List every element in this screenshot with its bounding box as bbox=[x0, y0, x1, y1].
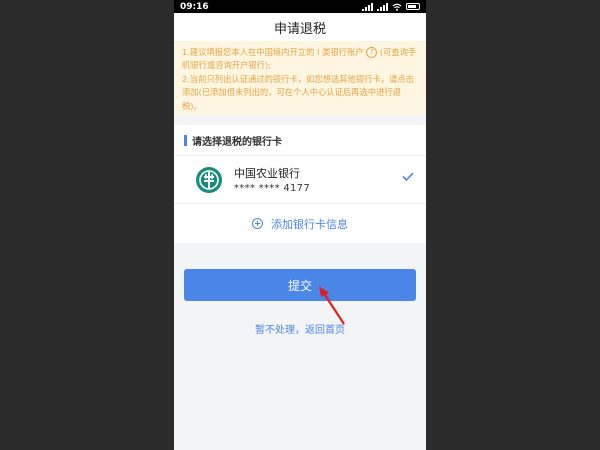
abc-bank-logo-icon bbox=[196, 166, 222, 193]
bank-name: 中国农业银行 bbox=[234, 167, 300, 180]
add-bank-card-label: 添加银行卡信息 bbox=[271, 217, 348, 231]
status-icons bbox=[362, 2, 420, 11]
signal-icon bbox=[362, 2, 373, 11]
status-bar: 09:16 bbox=[174, 0, 426, 13]
help-icon[interactable]: ? bbox=[366, 47, 378, 58]
plus-circle-icon bbox=[252, 218, 263, 229]
notice-line-2: 2.当前只列出认证通过的银行卡，如您想选其他银行卡，请点击添加(已添加但未列出的… bbox=[182, 73, 414, 111]
phone-screen: 09:16 申请退税 1.建议填报您本人在中国境内开立的 I 类银行账户 ? (… bbox=[174, 0, 426, 450]
checkmark-icon bbox=[402, 172, 414, 181]
section-title: 请选择退税的银行卡 bbox=[192, 136, 282, 148]
battery-icon bbox=[406, 3, 420, 10]
bank-card-item[interactable]: 中国农业银行 **** **** 4177 bbox=[174, 155, 426, 203]
status-time: 09:16 bbox=[180, 1, 209, 12]
page-header: 申请退税 bbox=[174, 13, 426, 41]
bank-card-info: 中国农业银行 **** **** 4177 bbox=[234, 165, 310, 194]
page-title: 申请退税 bbox=[273, 21, 326, 37]
submit-button[interactable]: 提交 bbox=[184, 269, 416, 301]
add-bank-card-button[interactable]: 添加银行卡信息 bbox=[174, 203, 426, 243]
signal-2-icon bbox=[377, 2, 388, 11]
notice-box: 1.建议填报您本人在中国境内开立的 I 类银行账户 ? (可查询手机银行或咨询开… bbox=[174, 41, 426, 115]
submit-button-label: 提交 bbox=[287, 278, 312, 293]
notice-line-1-text: 1.建议填报您本人在中国境内开立的 I 类银行账户 bbox=[182, 47, 364, 57]
annotation-arrow-icon bbox=[319, 286, 345, 325]
bank-card-number: **** **** 4177 bbox=[234, 183, 311, 194]
back-home-link[interactable]: 暂不处理，返回首页 bbox=[174, 321, 426, 336]
wifi-icon bbox=[392, 3, 402, 11]
section-accent-bar bbox=[184, 134, 187, 146]
notice-line-1: 1.建议填报您本人在中国境内开立的 I 类银行账户 ? (可查询手机银行或咨询开… bbox=[182, 46, 418, 73]
section-header: 请选择退税的银行卡 bbox=[174, 125, 426, 155]
